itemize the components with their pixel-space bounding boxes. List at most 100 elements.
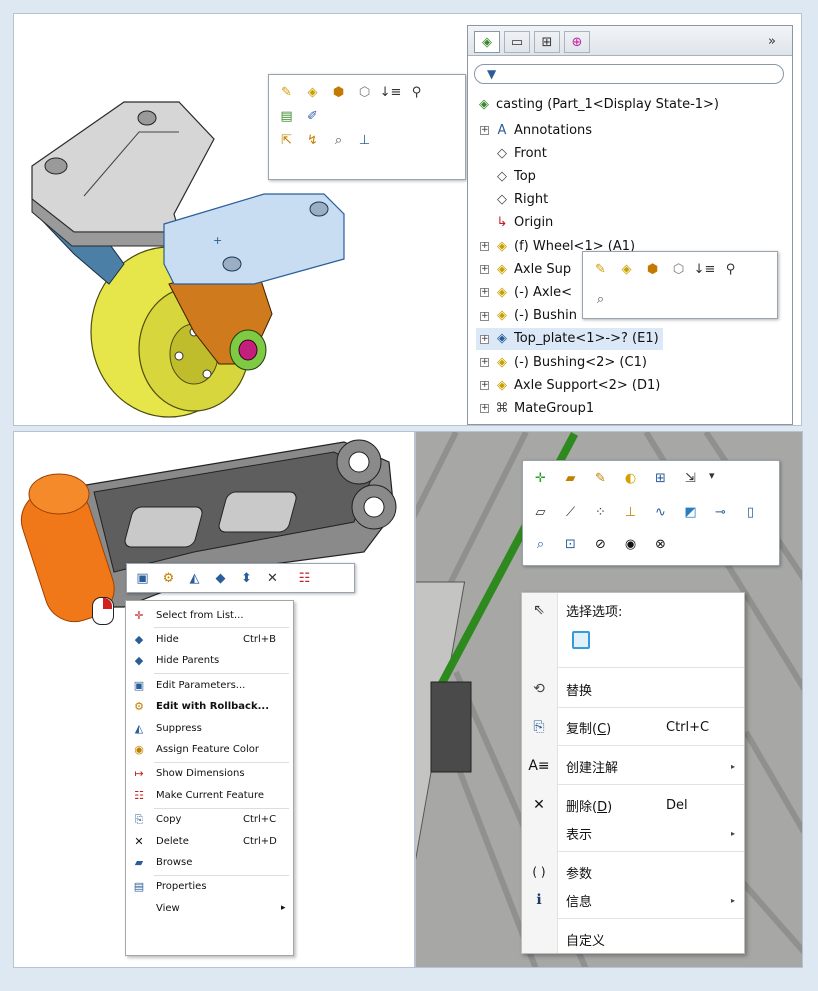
expand-toggle[interactable]: + — [480, 265, 489, 275]
menu-item[interactable]: ( ) 参数 — [522, 860, 744, 884]
property-manager-tab-icon[interactable]: ▭ — [504, 31, 530, 53]
solid-icon[interactable]: ▯ — [741, 503, 760, 522]
toolbar-dropdown[interactable]: ▾ — [709, 469, 715, 482]
tree-item[interactable]: + ◈ (-) Bushing<2> (C1) — [476, 351, 647, 373]
suppress-icon[interactable]: ◭ — [185, 569, 204, 588]
hide-eye-icon[interactable]: ⊘ — [591, 535, 610, 554]
show-eye-icon[interactable]: ◉ — [621, 535, 640, 554]
close-icon[interactable]: ✕ — [263, 569, 282, 588]
swap-visible-icon[interactable]: ⊗ — [651, 535, 670, 554]
sketch-icon[interactable]: ↯ — [303, 131, 322, 150]
expand-toggle[interactable]: + — [480, 311, 489, 321]
hide-icon[interactable]: ◆ — [211, 569, 230, 588]
select-option-cube-icon[interactable] — [572, 631, 590, 649]
menu-separator — [154, 761, 289, 763]
menu-item[interactable]: ↦ Show Dimensions — [126, 764, 293, 784]
edit-sketch-icon[interactable]: ✐ — [303, 107, 322, 126]
menu-item[interactable]: ☷ Make Current Feature — [126, 785, 293, 805]
tree-root[interactable]: ◈ casting (Part_1<Display State-1>) — [476, 93, 719, 115]
menu-item-label: 删除(D) — [566, 799, 613, 815]
menu-item[interactable]: ◆ Hide Ctrl+B — [126, 629, 293, 649]
hide-components-icon[interactable]: ⬡ — [669, 260, 688, 279]
tree-item[interactable]: + ⌘ MateGroup1 — [476, 397, 594, 419]
make-virtual-icon[interactable]: ⚲ — [721, 260, 740, 279]
appearance-icon[interactable]: ✎ — [591, 469, 610, 488]
component-properties-icon[interactable]: ⬢ — [643, 260, 662, 279]
tree-item[interactable]: + A Annotations — [476, 119, 592, 141]
edit-sketch-icon[interactable]: ⚙ — [159, 569, 178, 588]
tree-item[interactable]: + ◈ Top_plate<1>->? (E1) — [476, 327, 663, 350]
zoom-to-selection-icon[interactable]: ⌕ — [591, 290, 610, 309]
rollback-icon[interactable]: ⬍ — [237, 569, 256, 588]
edit-feature-icon[interactable]: ▣ — [133, 569, 152, 588]
menu-item[interactable]: 自定义 — [522, 927, 744, 951]
select-other-icon[interactable]: ⇱ — [277, 131, 296, 150]
move-icon[interactable]: ✛ — [531, 469, 550, 488]
more-tabs-button[interactable]: » — [768, 34, 776, 49]
component-properties-icon[interactable]: ⬢ — [329, 83, 348, 102]
menu-item[interactable]: View ▸ — [126, 898, 293, 918]
menu-item[interactable]: ⎘ Copy Ctrl+C — [126, 810, 293, 830]
line-icon[interactable]: ⟋ — [561, 503, 580, 522]
change-transparency-icon[interactable]: ↓≡ — [380, 83, 402, 102]
change-transparency-icon[interactable]: ↓≡ — [694, 260, 716, 279]
insert-icon[interactable]: ⊡ — [561, 535, 580, 554]
tree-item[interactable]: + ◈ (-) Bushin — [476, 305, 577, 327]
tree-item[interactable]: + ◈ Axle Sup — [476, 258, 571, 280]
menu-item[interactable]: ✕ Delete Ctrl+D — [126, 831, 293, 851]
menu-item[interactable]: ▣ Edit Parameters... — [126, 675, 293, 695]
tree-item[interactable]: ◇ Right — [476, 189, 548, 211]
menu-item[interactable]: ✛ Select from List... — [126, 605, 293, 625]
menu-item[interactable]: 表示 ▸ — [522, 821, 744, 845]
menu-item[interactable]: ⚙ Edit with Rollback... — [126, 697, 293, 717]
axis-system-icon[interactable]: ⊥ — [621, 503, 640, 522]
menu-item[interactable]: ⟲ 替换 — [522, 677, 744, 701]
menu-item[interactable]: ✕ 删除(D) Del — [522, 793, 744, 817]
menu-item[interactable]: ℹ 信息 ▸ — [522, 888, 744, 912]
zoom-to-selection-icon[interactable]: ⌕ — [329, 131, 348, 150]
menu-item[interactable]: ◭ Suppress — [126, 718, 293, 738]
open-icon[interactable]: ▰ — [561, 469, 580, 488]
expand-toggle[interactable]: + — [480, 288, 489, 298]
expand-toggle[interactable]: + — [480, 358, 489, 367]
menu-item[interactable]: ▰ Browse — [126, 852, 293, 872]
tree-item[interactable]: ↳ Origin — [476, 212, 554, 234]
menu-item[interactable]: A≡ 创建注解 ▸ — [522, 754, 744, 778]
tree-item[interactable]: + ◈ Axle Support<2> (D1) — [476, 374, 660, 396]
feature-list-icon[interactable]: ☷ — [295, 569, 314, 588]
make-virtual-icon[interactable]: ⚲ — [407, 83, 426, 102]
select-pointer-icon[interactable]: ⇲ — [681, 469, 700, 488]
edit-part-icon[interactable]: ✎ — [591, 260, 610, 279]
tree-item[interactable]: + ◈ (-) Axle< — [476, 281, 572, 303]
plane-icon[interactable]: ▱ — [531, 503, 550, 522]
open-part-icon[interactable]: ◈ — [617, 260, 636, 279]
expand-toggle[interactable]: + — [480, 381, 489, 391]
tree-item[interactable]: ◇ Front — [476, 142, 547, 164]
insert-component-icon[interactable]: ▤ — [277, 107, 296, 126]
zoom-fit-icon[interactable]: ⌕ — [531, 535, 550, 554]
section-icon[interactable]: ⊸ — [711, 503, 730, 522]
curve-icon[interactable]: ∿ — [651, 503, 670, 522]
menu-item[interactable]: ▤ Properties — [126, 877, 293, 897]
tree-item[interactable]: ◇ Top — [476, 165, 536, 187]
feature-manager-tab-icon[interactable]: ◈ — [474, 31, 500, 53]
surface-icon[interactable]: ◩ — [681, 503, 700, 522]
filter-box[interactable]: ▼ — [474, 64, 784, 84]
normal-to-icon[interactable]: ⊥ — [355, 131, 374, 150]
render-icon[interactable]: ◐ — [621, 469, 640, 488]
expand-toggle[interactable]: + — [480, 334, 489, 344]
open-part-icon[interactable]: ◈ — [303, 83, 322, 102]
expand-toggle[interactable]: + — [480, 404, 489, 414]
edit-part-icon[interactable]: ✎ — [277, 83, 296, 102]
expand-toggle[interactable]: + — [480, 126, 489, 135]
point-icon[interactable]: ⁘ — [591, 503, 610, 522]
plane-icon: ◇ — [497, 192, 507, 208]
expand-toggle[interactable]: + — [480, 242, 489, 251]
menu-item[interactable]: ⎘ 复制(C) Ctrl+C — [522, 715, 744, 739]
configuration-manager-tab-icon[interactable]: ⊞ — [534, 31, 560, 53]
menu-item[interactable]: ◆ Hide Parents — [126, 651, 293, 671]
grid-icon[interactable]: ⊞ — [651, 469, 670, 488]
menu-item[interactable]: ◉ Assign Feature Color — [126, 739, 293, 759]
dim-xpert-tab-icon[interactable]: ⊕ — [564, 31, 590, 53]
hide-components-icon[interactable]: ⬡ — [355, 83, 374, 102]
